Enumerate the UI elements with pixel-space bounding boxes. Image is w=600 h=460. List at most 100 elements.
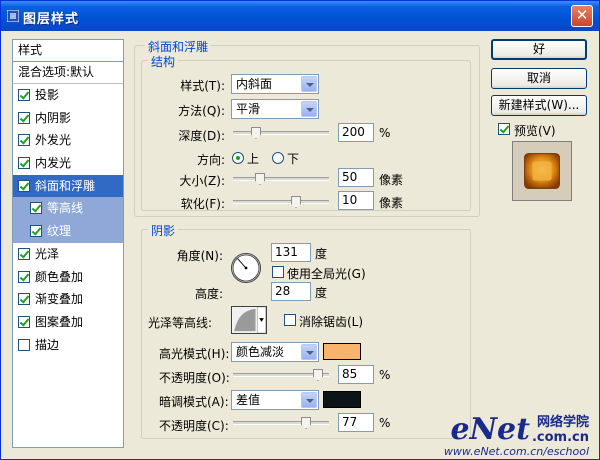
size-unit: 像素 xyxy=(379,173,404,187)
preview-checkbox[interactable] xyxy=(498,123,510,135)
style-checkbox[interactable] xyxy=(18,293,30,306)
style-checkbox[interactable] xyxy=(18,315,30,328)
cancel-button[interactable]: 取消 xyxy=(491,68,587,89)
chevron-down-icon xyxy=(301,101,317,117)
style-list-item[interactable]: 斜面和浮雕 xyxy=(13,174,123,198)
style-checkbox[interactable] xyxy=(18,111,30,124)
angle-dial[interactable] xyxy=(231,253,261,283)
style-list-item[interactable]: 光泽 xyxy=(13,243,123,266)
styles-header[interactable]: 样式 xyxy=(13,40,123,62)
style-preview-thumbnail xyxy=(512,141,572,201)
shadow-opacity-input[interactable]: 77 xyxy=(338,413,374,432)
style-list-label: 外发光 xyxy=(35,133,72,148)
highlight-mode-value: 颜色减淡 xyxy=(236,345,285,359)
watermark-domain: .com.cn xyxy=(531,430,589,445)
direction-up-radio[interactable] xyxy=(232,152,244,164)
structure-title: 结构 xyxy=(148,53,179,70)
ok-button[interactable]: 好 xyxy=(491,39,587,60)
shadow-mode-select[interactable]: 差值 xyxy=(231,390,319,410)
title-bar[interactable]: 图层样式 ✕ xyxy=(1,1,599,31)
gloss-contour-picker[interactable] xyxy=(231,306,267,334)
photoshop-icon xyxy=(7,10,19,22)
bevel-style-value: 内斜面 xyxy=(236,77,273,91)
anti-aliased-checkbox[interactable] xyxy=(284,314,296,326)
technique-label: 方法(Q): xyxy=(178,104,225,118)
soften-input[interactable]: 10 xyxy=(338,191,374,210)
highlight-opacity-input[interactable]: 85 xyxy=(338,365,374,384)
style-checkbox[interactable] xyxy=(30,202,42,215)
styles-list: 样式 混合选项:默认 投影内阴影外发光内发光斜面和浮雕等高线纹理光泽颜色叠加渐变… xyxy=(12,39,124,448)
style-checkbox[interactable] xyxy=(18,89,30,101)
global-light-checkbox[interactable] xyxy=(272,266,284,278)
style-checkbox[interactable] xyxy=(18,134,30,147)
window-title: 图层样式 xyxy=(23,12,80,27)
angle-label: 角度(N): xyxy=(176,249,223,263)
style-list-item[interactable]: 投影 xyxy=(13,84,123,107)
highlight-mode-select[interactable]: 颜色减淡 xyxy=(231,342,319,362)
style-list-label: 等高线 xyxy=(47,201,84,216)
watermark: eNet 网络学院 .com.cn www.eNet.com.cn/eschool xyxy=(443,415,589,459)
altitude-unit: 度 xyxy=(315,286,328,300)
highlight-opacity-label: 不透明度(O): xyxy=(159,371,230,385)
shadow-opacity-unit: % xyxy=(379,416,391,430)
style-checkbox[interactable] xyxy=(30,225,42,238)
highlight-mode-label: 高光模式(H): xyxy=(159,347,230,361)
style-list-item[interactable]: 内阴影 xyxy=(13,107,123,130)
style-list-item[interactable]: 渐变叠加 xyxy=(13,288,123,311)
style-checkbox[interactable] xyxy=(18,247,30,260)
shadow-color-swatch[interactable] xyxy=(323,391,361,408)
style-checkbox[interactable] xyxy=(18,338,30,351)
style-list-item[interactable]: 外发光 xyxy=(13,129,123,152)
depth-input[interactable]: 200 xyxy=(338,123,374,142)
soften-unit: 像素 xyxy=(379,196,404,210)
new-style-button[interactable]: 新建样式(W)... xyxy=(491,95,587,116)
direction-down-radio[interactable] xyxy=(272,152,284,164)
shadow-mode-label: 暗调模式(A): xyxy=(159,395,229,409)
shadow-opacity-slider-track[interactable] xyxy=(233,421,329,425)
style-list-label: 斜面和浮雕 xyxy=(35,178,96,193)
highlight-color-swatch[interactable] xyxy=(323,343,361,360)
global-light-label[interactable]: 使用全局光(G) xyxy=(287,265,366,282)
gloss-contour-label: 光泽等高线: xyxy=(148,316,213,330)
size-input[interactable]: 50 xyxy=(338,168,374,187)
size-slider-track[interactable] xyxy=(233,177,329,181)
technique-select[interactable]: 平滑 xyxy=(231,99,319,119)
depth-slider-track[interactable] xyxy=(233,131,329,135)
anti-aliased-label[interactable]: 消除锯齿(L) xyxy=(299,313,363,330)
style-list-item[interactable]: 描边 xyxy=(13,334,123,357)
style-list-label: 渐变叠加 xyxy=(35,292,84,307)
close-button[interactable]: ✕ xyxy=(571,5,593,27)
style-list-item[interactable]: 颜色叠加 xyxy=(13,266,123,289)
style-checkbox[interactable] xyxy=(18,270,30,283)
watermark-url: www.eNet.com.cn/eschool xyxy=(443,445,589,458)
angle-unit: 度 xyxy=(315,247,328,261)
shadow-mode-value: 差值 xyxy=(236,393,261,407)
chevron-down-icon xyxy=(301,344,317,360)
preview-label[interactable]: 预览(V) xyxy=(514,122,556,139)
blending-options-item[interactable]: 混合选项:默认 xyxy=(13,62,123,84)
depth-unit: % xyxy=(379,126,391,140)
style-list-label: 光泽 xyxy=(35,246,60,261)
style-list-item[interactable]: 等高线 xyxy=(13,197,123,221)
size-label: 大小(Z): xyxy=(179,174,225,188)
angle-input[interactable]: 131 xyxy=(271,243,311,262)
layer-style-dialog: 图层样式 ✕ 样式 混合选项:默认 投影内阴影外发光内发光斜面和浮雕等高线纹理光… xyxy=(0,0,600,460)
altitude-input[interactable]: 28 xyxy=(271,282,311,301)
bevel-style-select[interactable]: 内斜面 xyxy=(231,74,319,94)
style-list-label: 图案叠加 xyxy=(35,314,84,329)
style-list-label: 颜色叠加 xyxy=(35,269,84,284)
direction-down-label[interactable]: 下 xyxy=(287,150,299,167)
shading-title: 阴影 xyxy=(148,222,179,239)
soften-label: 软化(F): xyxy=(180,197,225,211)
style-checkbox[interactable] xyxy=(18,179,30,192)
style-list-item[interactable]: 内发光 xyxy=(13,152,123,175)
soften-slider-track[interactable] xyxy=(233,200,329,204)
style-checkbox[interactable] xyxy=(18,157,30,170)
technique-value: 平滑 xyxy=(236,102,261,116)
style-list-item[interactable]: 纹理 xyxy=(13,220,123,243)
style-list-label: 内阴影 xyxy=(35,110,72,125)
direction-up-label[interactable]: 上 xyxy=(247,150,259,167)
style-list-label: 投影 xyxy=(35,88,60,102)
direction-label: 方向: xyxy=(196,153,225,167)
style-list-item[interactable]: 图案叠加 xyxy=(13,311,123,334)
